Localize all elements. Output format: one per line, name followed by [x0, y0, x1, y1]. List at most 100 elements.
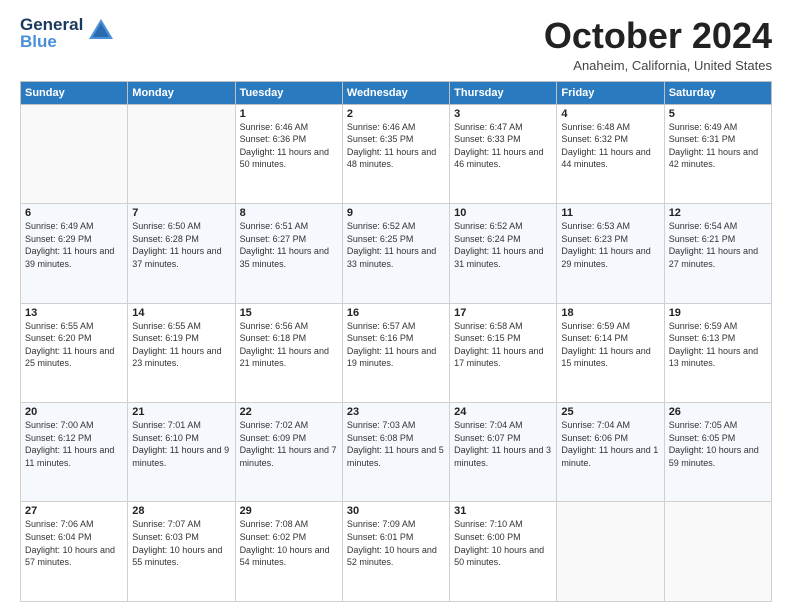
day-info: Sunrise: 6:56 AMSunset: 6:18 PMDaylight:…: [240, 320, 338, 370]
table-row: [21, 104, 128, 203]
day-info: Sunrise: 6:59 AMSunset: 6:14 PMDaylight:…: [561, 320, 659, 370]
col-thursday: Thursday: [450, 81, 557, 104]
day-number: 20: [25, 406, 123, 418]
day-info: Sunrise: 6:51 AMSunset: 6:27 PMDaylight:…: [240, 220, 338, 270]
day-number: 26: [669, 406, 767, 418]
table-row: 25Sunrise: 7:04 AMSunset: 6:06 PMDayligh…: [557, 403, 664, 502]
day-number: 28: [132, 505, 230, 517]
table-row: 24Sunrise: 7:04 AMSunset: 6:07 PMDayligh…: [450, 403, 557, 502]
logo-blue: Blue: [20, 33, 83, 50]
day-number: 8: [240, 207, 338, 219]
table-row: 30Sunrise: 7:09 AMSunset: 6:01 PMDayligh…: [342, 502, 449, 602]
table-row: 4Sunrise: 6:48 AMSunset: 6:32 PMDaylight…: [557, 104, 664, 203]
col-friday: Friday: [557, 81, 664, 104]
header: General Blue October 2024 Anaheim, Calif…: [20, 16, 772, 73]
table-row: [557, 502, 664, 602]
day-number: 31: [454, 505, 552, 517]
day-number: 18: [561, 307, 659, 319]
day-info: Sunrise: 7:00 AMSunset: 6:12 PMDaylight:…: [25, 419, 123, 469]
calendar-week-2: 6Sunrise: 6:49 AMSunset: 6:29 PMDaylight…: [21, 204, 772, 303]
calendar-week-1: 1Sunrise: 6:46 AMSunset: 6:36 PMDaylight…: [21, 104, 772, 203]
day-info: Sunrise: 6:55 AMSunset: 6:20 PMDaylight:…: [25, 320, 123, 370]
table-row: 27Sunrise: 7:06 AMSunset: 6:04 PMDayligh…: [21, 502, 128, 602]
day-number: 12: [669, 207, 767, 219]
day-info: Sunrise: 6:58 AMSunset: 6:15 PMDaylight:…: [454, 320, 552, 370]
table-row: 15Sunrise: 6:56 AMSunset: 6:18 PMDayligh…: [235, 303, 342, 402]
day-number: 3: [454, 108, 552, 120]
day-info: Sunrise: 7:08 AMSunset: 6:02 PMDaylight:…: [240, 518, 338, 568]
table-row: 3Sunrise: 6:47 AMSunset: 6:33 PMDaylight…: [450, 104, 557, 203]
table-row: 11Sunrise: 6:53 AMSunset: 6:23 PMDayligh…: [557, 204, 664, 303]
col-tuesday: Tuesday: [235, 81, 342, 104]
day-number: 25: [561, 406, 659, 418]
day-info: Sunrise: 6:59 AMSunset: 6:13 PMDaylight:…: [669, 320, 767, 370]
day-info: Sunrise: 6:49 AMSunset: 6:31 PMDaylight:…: [669, 121, 767, 171]
day-info: Sunrise: 7:05 AMSunset: 6:05 PMDaylight:…: [669, 419, 767, 469]
table-row: [128, 104, 235, 203]
day-info: Sunrise: 6:48 AMSunset: 6:32 PMDaylight:…: [561, 121, 659, 171]
day-number: 2: [347, 108, 445, 120]
day-number: 22: [240, 406, 338, 418]
table-row: 13Sunrise: 6:55 AMSunset: 6:20 PMDayligh…: [21, 303, 128, 402]
page: General Blue October 2024 Anaheim, Calif…: [0, 0, 792, 612]
day-info: Sunrise: 7:04 AMSunset: 6:06 PMDaylight:…: [561, 419, 659, 469]
table-row: 8Sunrise: 6:51 AMSunset: 6:27 PMDaylight…: [235, 204, 342, 303]
col-wednesday: Wednesday: [342, 81, 449, 104]
day-number: 10: [454, 207, 552, 219]
day-info: Sunrise: 6:55 AMSunset: 6:19 PMDaylight:…: [132, 320, 230, 370]
calendar-body: 1Sunrise: 6:46 AMSunset: 6:36 PMDaylight…: [21, 104, 772, 601]
day-number: 16: [347, 307, 445, 319]
calendar-week-4: 20Sunrise: 7:00 AMSunset: 6:12 PMDayligh…: [21, 403, 772, 502]
table-row: 12Sunrise: 6:54 AMSunset: 6:21 PMDayligh…: [664, 204, 771, 303]
month-title: October 2024: [544, 16, 772, 56]
table-row: 21Sunrise: 7:01 AMSunset: 6:10 PMDayligh…: [128, 403, 235, 502]
day-info: Sunrise: 7:01 AMSunset: 6:10 PMDaylight:…: [132, 419, 230, 469]
day-info: Sunrise: 6:53 AMSunset: 6:23 PMDaylight:…: [561, 220, 659, 270]
day-info: Sunrise: 6:50 AMSunset: 6:28 PMDaylight:…: [132, 220, 230, 270]
table-row: 14Sunrise: 6:55 AMSunset: 6:19 PMDayligh…: [128, 303, 235, 402]
day-info: Sunrise: 6:47 AMSunset: 6:33 PMDaylight:…: [454, 121, 552, 171]
day-number: 7: [132, 207, 230, 219]
day-number: 27: [25, 505, 123, 517]
day-number: 4: [561, 108, 659, 120]
table-row: 2Sunrise: 6:46 AMSunset: 6:35 PMDaylight…: [342, 104, 449, 203]
title-block: October 2024 Anaheim, California, United…: [544, 16, 772, 73]
col-monday: Monday: [128, 81, 235, 104]
table-row: 19Sunrise: 6:59 AMSunset: 6:13 PMDayligh…: [664, 303, 771, 402]
day-number: 14: [132, 307, 230, 319]
day-info: Sunrise: 7:07 AMSunset: 6:03 PMDaylight:…: [132, 518, 230, 568]
table-row: 5Sunrise: 6:49 AMSunset: 6:31 PMDaylight…: [664, 104, 771, 203]
logo: General Blue: [20, 16, 115, 50]
logo-general: General: [20, 16, 83, 33]
subtitle: Anaheim, California, United States: [544, 58, 772, 73]
day-info: Sunrise: 6:46 AMSunset: 6:35 PMDaylight:…: [347, 121, 445, 171]
day-number: 11: [561, 207, 659, 219]
day-info: Sunrise: 6:54 AMSunset: 6:21 PMDaylight:…: [669, 220, 767, 270]
table-row: 26Sunrise: 7:05 AMSunset: 6:05 PMDayligh…: [664, 403, 771, 502]
day-number: 30: [347, 505, 445, 517]
day-info: Sunrise: 7:03 AMSunset: 6:08 PMDaylight:…: [347, 419, 445, 469]
day-info: Sunrise: 6:52 AMSunset: 6:24 PMDaylight:…: [454, 220, 552, 270]
table-row: 6Sunrise: 6:49 AMSunset: 6:29 PMDaylight…: [21, 204, 128, 303]
day-number: 21: [132, 406, 230, 418]
table-row: 18Sunrise: 6:59 AMSunset: 6:14 PMDayligh…: [557, 303, 664, 402]
table-row: 29Sunrise: 7:08 AMSunset: 6:02 PMDayligh…: [235, 502, 342, 602]
table-row: 22Sunrise: 7:02 AMSunset: 6:09 PMDayligh…: [235, 403, 342, 502]
col-saturday: Saturday: [664, 81, 771, 104]
day-number: 5: [669, 108, 767, 120]
day-number: 13: [25, 307, 123, 319]
logo-icon: [87, 17, 115, 45]
table-row: 31Sunrise: 7:10 AMSunset: 6:00 PMDayligh…: [450, 502, 557, 602]
table-row: 1Sunrise: 6:46 AMSunset: 6:36 PMDaylight…: [235, 104, 342, 203]
table-row: 10Sunrise: 6:52 AMSunset: 6:24 PMDayligh…: [450, 204, 557, 303]
table-row: 20Sunrise: 7:00 AMSunset: 6:12 PMDayligh…: [21, 403, 128, 502]
day-info: Sunrise: 6:57 AMSunset: 6:16 PMDaylight:…: [347, 320, 445, 370]
day-number: 23: [347, 406, 445, 418]
calendar-week-5: 27Sunrise: 7:06 AMSunset: 6:04 PMDayligh…: [21, 502, 772, 602]
day-info: Sunrise: 7:04 AMSunset: 6:07 PMDaylight:…: [454, 419, 552, 469]
day-number: 9: [347, 207, 445, 219]
table-row: 17Sunrise: 6:58 AMSunset: 6:15 PMDayligh…: [450, 303, 557, 402]
day-info: Sunrise: 6:46 AMSunset: 6:36 PMDaylight:…: [240, 121, 338, 171]
day-info: Sunrise: 6:49 AMSunset: 6:29 PMDaylight:…: [25, 220, 123, 270]
day-info: Sunrise: 7:09 AMSunset: 6:01 PMDaylight:…: [347, 518, 445, 568]
